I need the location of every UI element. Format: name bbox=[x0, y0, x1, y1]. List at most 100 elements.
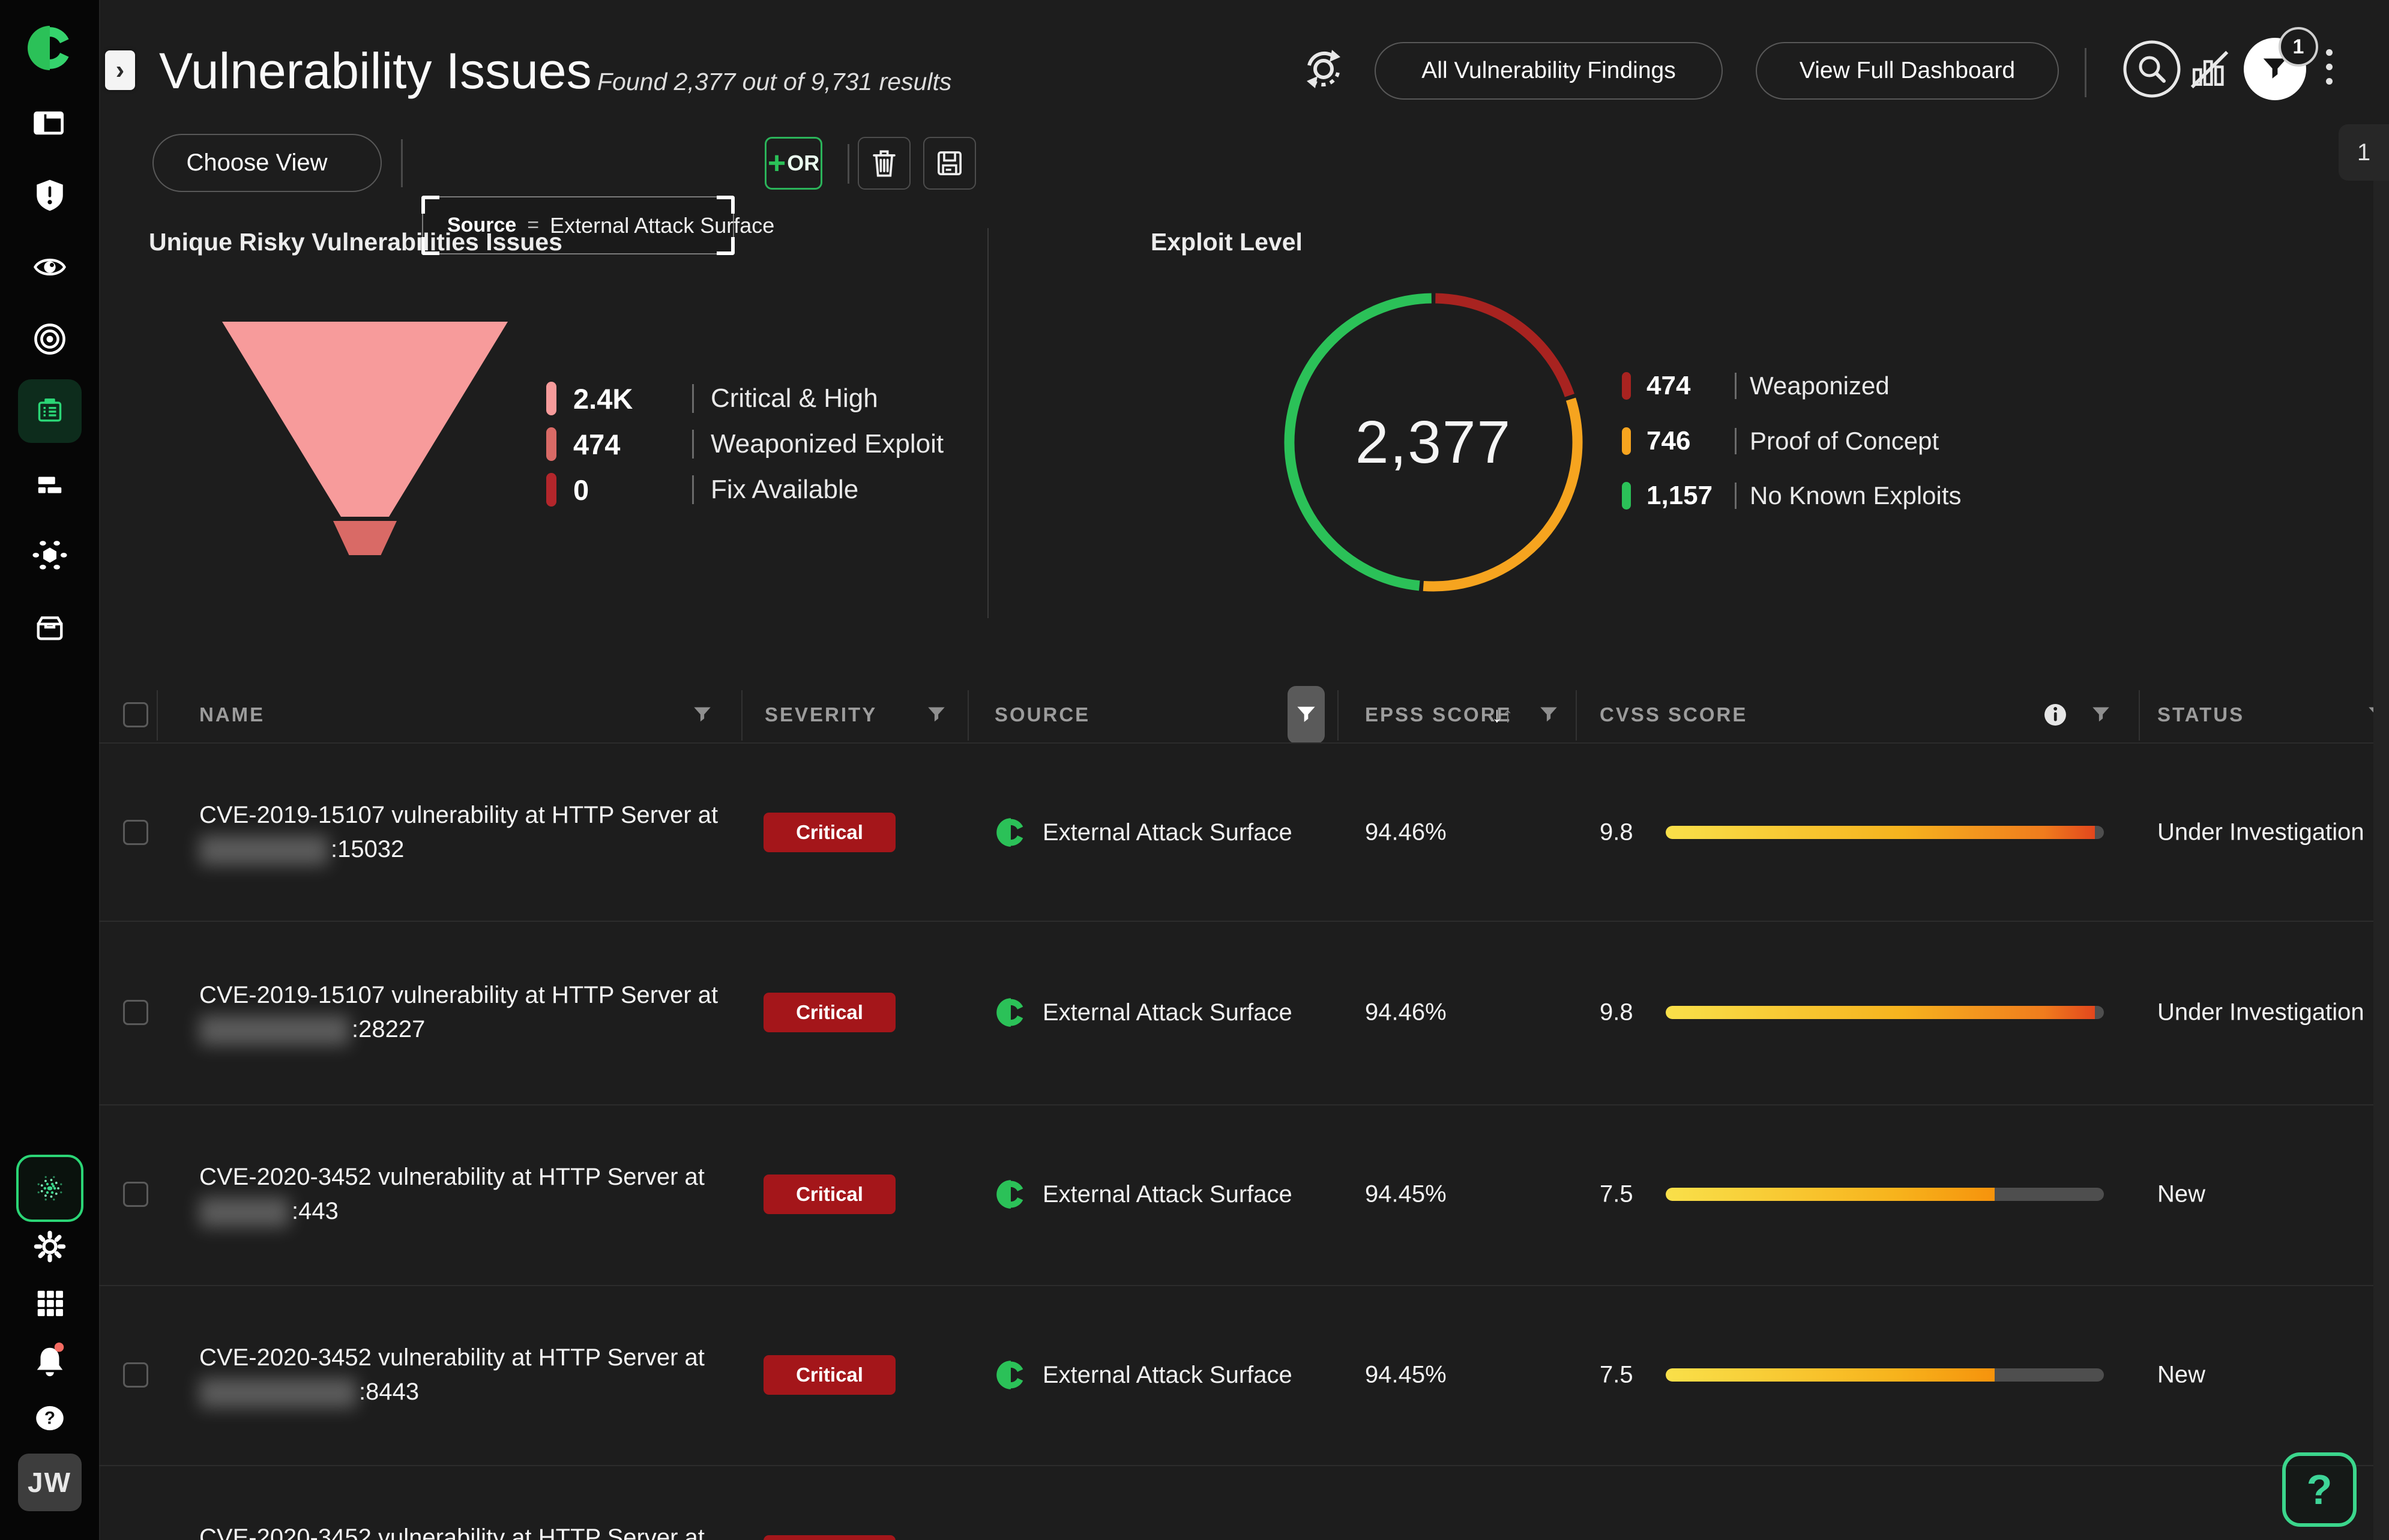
sidebar-item-notifications[interactable] bbox=[0, 1340, 99, 1382]
legend-value: 474 bbox=[1646, 371, 1691, 400]
orca-logo-icon[interactable] bbox=[0, 23, 99, 73]
refresh-button[interactable] bbox=[1300, 45, 1348, 93]
legend-label: No Known Exploits bbox=[1750, 481, 1962, 510]
column-header-source[interactable]: SOURCE bbox=[995, 703, 1090, 726]
help-floating-button[interactable]: ? bbox=[2282, 1452, 2357, 1527]
severity-filter-icon[interactable] bbox=[927, 706, 945, 723]
column-divider bbox=[2139, 690, 2140, 741]
funnel-segment-critical-high[interactable] bbox=[222, 322, 508, 517]
epss-sort-icon[interactable]: ↓↑ bbox=[1492, 702, 1513, 727]
dashboard-icon bbox=[33, 111, 64, 135]
donut-legend-item: 1,157 No Known Exploits bbox=[1622, 481, 1962, 511]
user-avatar[interactable]: JW bbox=[0, 1454, 99, 1511]
table-row[interactable]: CVE-2020-3452 vulnerability at HTTP Serv… bbox=[99, 1285, 2389, 1465]
sort-asc-arrow: ↑ bbox=[1502, 702, 1513, 727]
view-full-dashboard-button[interactable]: View Full Dashboard bbox=[1756, 42, 2059, 100]
filter-count-badge: 1 bbox=[2279, 27, 2318, 67]
vulnerability-name[interactable]: CVE-2020-3452 vulnerability at HTTP Serv… bbox=[199, 1160, 705, 1229]
name-line-1: CVE-2020-3452 vulnerability at HTTP Serv… bbox=[199, 1344, 705, 1371]
name-line-2: :443 bbox=[199, 1194, 705, 1229]
name-line-1: CVE-2019-15107 vulnerability at HTTP Ser… bbox=[199, 802, 719, 828]
sidebar-item-assets[interactable] bbox=[0, 463, 99, 503]
cvss-info-icon[interactable] bbox=[2044, 703, 2067, 726]
name-line-2: :8443 bbox=[199, 1375, 705, 1409]
cvss-score: 9.8 bbox=[1600, 819, 1633, 846]
sidebar-item-apps[interactable] bbox=[0, 1284, 99, 1322]
more-options-button[interactable] bbox=[2326, 49, 2333, 85]
cvss-score-bar bbox=[1666, 1188, 2104, 1201]
funnel-segment-weaponized[interactable] bbox=[333, 521, 397, 555]
cvss-score: 7.5 bbox=[1600, 1181, 1633, 1208]
legend-label: Fix Available bbox=[711, 475, 859, 504]
redacted-ip bbox=[199, 1197, 289, 1228]
sidebar-item-settings[interactable] bbox=[0, 1227, 99, 1266]
sidebar-item-kubernetes[interactable] bbox=[0, 535, 99, 575]
page-number-tab[interactable]: 1 bbox=[2339, 124, 2389, 181]
grid-icon bbox=[37, 1290, 63, 1316]
table-row[interactable]: CVE-2020-3452 vulnerability at HTTP Serv… bbox=[99, 1104, 2389, 1284]
sidebar-item-inventory[interactable] bbox=[0, 607, 99, 647]
cvss-bar-fill bbox=[1666, 1188, 1995, 1201]
row-checkbox[interactable] bbox=[123, 1000, 148, 1025]
table-row[interactable]: CVE-2019-15107 vulnerability at HTTP Ser… bbox=[99, 742, 2389, 922]
port: :443 bbox=[292, 1198, 339, 1224]
global-filter-button[interactable]: 1 bbox=[2244, 27, 2318, 100]
sidebar-item-visibility[interactable] bbox=[0, 247, 99, 287]
column-header-cvss[interactable]: CVSS SCORE bbox=[1600, 703, 1747, 726]
column-divider bbox=[1337, 690, 1339, 741]
source-filter-icon bbox=[1297, 706, 1315, 722]
sidebar: ? JW bbox=[0, 0, 100, 1540]
name-line-1: CVE-2019-15107 vulnerability at HTTP Ser… bbox=[199, 982, 719, 1008]
chip-corner bbox=[421, 196, 439, 214]
epss-filter-icon[interactable] bbox=[1540, 706, 1558, 723]
sidebar-item-vulnerabilities-active[interactable] bbox=[0, 379, 99, 443]
severity-badge: Critical bbox=[764, 1175, 896, 1214]
sidebar-item-dashboard[interactable] bbox=[0, 103, 99, 143]
orca-logo-glyph bbox=[27, 26, 69, 70]
column-header-epss[interactable]: EPSS SCORE bbox=[1365, 703, 1512, 726]
collapse-sidebar-button[interactable]: › bbox=[105, 50, 135, 90]
all-vulnerability-findings-button[interactable]: All Vulnerability Findings bbox=[1375, 42, 1723, 100]
select-all-checkbox[interactable] bbox=[123, 702, 148, 727]
panel-divider bbox=[987, 228, 989, 618]
scrollbar-track[interactable] bbox=[2373, 181, 2389, 1540]
legend-marker bbox=[1622, 372, 1631, 400]
column-header-status[interactable]: STATUS bbox=[2157, 703, 2244, 726]
name-filter-icon[interactable] bbox=[693, 706, 711, 723]
table-row[interactable]: CVE-2019-15107 vulnerability at HTTP Ser… bbox=[99, 922, 2389, 1102]
kebab-dot bbox=[2326, 78, 2333, 85]
cvss-bar-fill bbox=[1666, 826, 2095, 839]
source-cell: External Attack Surface bbox=[995, 1359, 1292, 1391]
column-header-severity[interactable]: SEVERITY bbox=[765, 703, 877, 726]
sidebar-item-attack-paths[interactable] bbox=[0, 319, 99, 359]
delete-filters-button[interactable] bbox=[858, 137, 911, 190]
sidebar-item-risks[interactable] bbox=[0, 175, 99, 215]
results-count: Found 2,377 out of 9,731 results bbox=[597, 68, 952, 95]
row-checkbox[interactable] bbox=[123, 1362, 148, 1388]
source-cell: External Attack Surface bbox=[995, 1178, 1292, 1211]
search-button[interactable] bbox=[2122, 39, 2182, 99]
column-header-name[interactable]: NAME bbox=[199, 703, 265, 726]
table-row[interactable]: CVE-2020-3452 vulnerability at HTTP Serv… bbox=[99, 1465, 2389, 1540]
name-line-2: :28227 bbox=[199, 1012, 718, 1047]
vulnerability-name[interactable]: CVE-2020-3452 vulnerability at HTTP Serv… bbox=[199, 1341, 705, 1409]
cvss-score-bar bbox=[1666, 1006, 2104, 1019]
row-checkbox[interactable] bbox=[123, 1182, 148, 1207]
toolbar-divider bbox=[401, 139, 403, 187]
vulnerability-name[interactable]: CVE-2020-3452 vulnerability at HTTP Serv… bbox=[199, 1521, 705, 1540]
add-or-filter-button[interactable]: + OR bbox=[765, 137, 822, 190]
epss-score: 94.46% bbox=[1365, 819, 1447, 846]
choose-view-dropdown[interactable]: Choose View bbox=[152, 134, 382, 192]
sidebar-item-ai-sonar[interactable] bbox=[0, 1155, 99, 1222]
source-filter-active-button[interactable] bbox=[1288, 686, 1325, 744]
legend-marker bbox=[546, 382, 556, 415]
cvss-filter-icon[interactable] bbox=[2092, 706, 2110, 723]
vulnerability-name[interactable]: CVE-2019-15107 vulnerability at HTTP Ser… bbox=[199, 798, 718, 867]
row-checkbox[interactable] bbox=[123, 820, 148, 845]
save-view-button[interactable] bbox=[923, 137, 976, 190]
chart-view-disabled-button[interactable] bbox=[2188, 48, 2231, 91]
save-icon bbox=[938, 151, 962, 175]
vulnerability-name[interactable]: CVE-2019-15107 vulnerability at HTTP Ser… bbox=[199, 978, 718, 1047]
port: :15032 bbox=[331, 836, 405, 862]
sidebar-item-help[interactable]: ? bbox=[0, 1398, 99, 1438]
